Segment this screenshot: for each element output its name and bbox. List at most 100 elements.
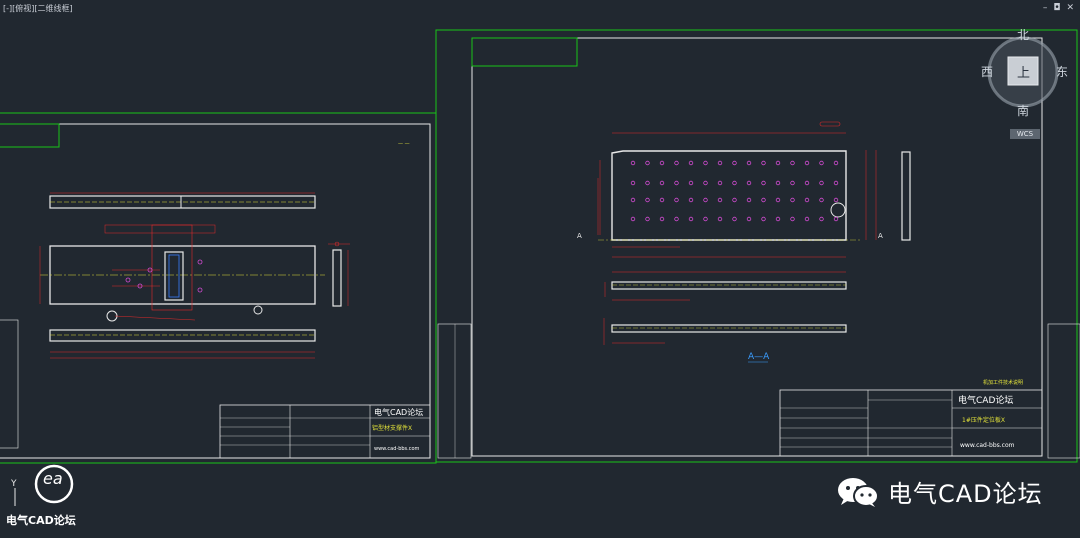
mounting-hole xyxy=(833,160,839,166)
mounting-hole xyxy=(833,180,839,186)
mounting-hole xyxy=(659,216,665,222)
mounting-hole xyxy=(703,216,708,222)
mounting-hole xyxy=(674,197,679,203)
mounting-hole xyxy=(804,197,810,203)
section-label: A—A xyxy=(748,352,770,362)
viewcube-south[interactable]: 南 xyxy=(1017,103,1029,118)
right-sheet: A A A—A 机加工件技术说明 电气CAD论坛 1#压件定位板X www.ca… xyxy=(435,29,1080,463)
right-title-block: 电气CAD论坛 1#压件定位板X www.cad-bbs.com xyxy=(779,389,1043,457)
left-side-view xyxy=(328,241,350,307)
left-part-name: 铝型材支撑件X xyxy=(372,424,412,432)
right-section-strip-1 xyxy=(604,281,847,301)
mounting-hole xyxy=(775,197,781,203)
mounting-hole xyxy=(717,197,723,203)
wechat-icon xyxy=(838,477,879,507)
right-edge-table xyxy=(1047,323,1080,459)
mounting-hole xyxy=(703,197,708,203)
mounting-hole xyxy=(804,216,810,222)
mounting-hole xyxy=(732,197,737,203)
mounting-hole xyxy=(688,160,694,166)
mounting-hole xyxy=(761,180,766,186)
mounting-hole xyxy=(688,180,694,186)
left-top-view xyxy=(49,192,316,209)
tech-note: 机加工件技术说明 xyxy=(983,379,1023,386)
mounting-hole xyxy=(761,160,766,166)
right-drawing-frame xyxy=(471,37,1043,457)
section-marker-left: A xyxy=(577,232,582,240)
viewcube[interactable]: 上 北 南 东 西 xyxy=(981,28,1068,118)
right-url: www.cad-bbs.com xyxy=(960,442,1015,449)
mounting-hole xyxy=(659,160,665,166)
left-title-block: 电气CAD论坛 铝型材支撑件X www.cad-bbs.com xyxy=(219,404,431,459)
right-part-name: 1#压件定位板X xyxy=(962,416,1005,424)
mounting-hole xyxy=(746,216,752,222)
left-bottom-view xyxy=(49,329,316,359)
mounting-hole xyxy=(674,160,679,166)
mounting-hole xyxy=(732,180,737,186)
mounting-hole xyxy=(746,160,752,166)
left-url: www.cad-bbs.com xyxy=(374,446,420,452)
mounting-hole xyxy=(833,216,839,222)
mounting-hole xyxy=(674,216,679,222)
logo-letters: ea xyxy=(43,469,63,488)
mounting-hole xyxy=(717,160,723,166)
left-drawing-frame xyxy=(0,123,431,459)
mounting-hole xyxy=(645,197,650,203)
wechat-watermark: 电气CAD论坛 xyxy=(836,474,1043,509)
mounting-hole xyxy=(746,180,752,186)
mounting-hole xyxy=(819,216,824,222)
mounting-hole xyxy=(645,180,650,186)
mounting-hole xyxy=(746,197,752,203)
left-sheet: — — 电气CAD论坛 铝型材支撑件X www.cad-bbs.com xyxy=(0,112,437,464)
mounting-hole xyxy=(790,160,795,166)
mounting-hole xyxy=(630,197,636,203)
mounting-hole xyxy=(804,160,810,166)
right-side-view xyxy=(901,151,911,241)
left-revision-table xyxy=(0,319,19,449)
logo-text: 电气CAD论坛 xyxy=(6,514,76,527)
drawing-canvas[interactable]: — — 电气CAD论坛 铝型材支撑件X www.cad-bbs.com A A … xyxy=(0,0,1080,538)
left-sheet-border xyxy=(0,112,437,464)
mounting-hole xyxy=(688,216,694,222)
mounting-hole xyxy=(761,197,766,203)
mounting-hole xyxy=(775,160,781,166)
mounting-hole xyxy=(775,180,781,186)
mounting-hole xyxy=(775,216,781,222)
mounting-hole xyxy=(630,160,636,166)
right-revision-table xyxy=(437,323,472,459)
mounting-hole xyxy=(717,180,723,186)
right-company-name: 电气CAD论坛 xyxy=(958,394,1013,406)
mounting-hole xyxy=(659,197,665,203)
mounting-hole xyxy=(790,180,795,186)
wcs-menu[interactable]: WCS xyxy=(1010,129,1040,139)
mounting-hole xyxy=(688,197,694,203)
mounting-hole xyxy=(819,160,824,166)
viewcube-north[interactable]: 北 xyxy=(1017,28,1029,42)
mounting-hole xyxy=(790,197,795,203)
mounting-hole xyxy=(833,197,839,203)
mounting-hole xyxy=(703,180,708,186)
left-rev-note: — — xyxy=(398,141,410,147)
mounting-hole xyxy=(645,216,650,222)
right-corner-box xyxy=(471,37,578,67)
mounting-hole xyxy=(761,216,766,222)
hole-grid xyxy=(630,160,839,222)
wechat-label: 电气CAD论坛 xyxy=(888,480,1043,508)
viewcube-east[interactable]: 东 xyxy=(1056,65,1068,79)
section-marker-right: A xyxy=(878,232,883,240)
mounting-hole xyxy=(732,216,737,222)
viewcube-west[interactable]: 西 xyxy=(981,65,993,79)
mounting-hole xyxy=(645,160,650,166)
mounting-hole xyxy=(819,197,824,203)
left-front-view xyxy=(39,224,325,322)
left-company-name: 电气CAD论坛 xyxy=(374,407,423,417)
right-front-view: A A xyxy=(577,121,883,273)
mounting-hole xyxy=(659,180,665,186)
mounting-hole xyxy=(703,160,708,166)
left-corner-box xyxy=(0,123,60,148)
viewcube-top-label: 上 xyxy=(1017,66,1030,81)
mounting-hole xyxy=(819,180,824,186)
mounting-hole xyxy=(717,216,723,222)
mounting-hole xyxy=(630,180,636,186)
mounting-hole xyxy=(804,180,810,186)
